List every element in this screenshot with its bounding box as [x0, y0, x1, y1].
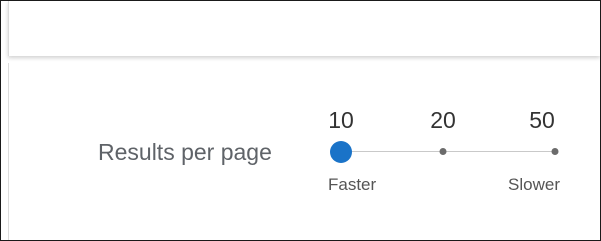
- header-card: [8, 1, 600, 56]
- slower-hint: Slower: [508, 175, 560, 194]
- slider-track[interactable]: [341, 151, 555, 152]
- divider: [8, 63, 9, 240]
- slider-thumb[interactable]: [330, 141, 352, 163]
- tick-label-10: 10: [328, 107, 354, 133]
- results-per-page-slider[interactable]: 10 20 50 Faster Slower: [325, 101, 565, 201]
- tick-label-50: 50: [529, 107, 555, 133]
- faster-hint: Faster: [328, 175, 377, 194]
- slider-stop-50[interactable]: [551, 148, 559, 155]
- results-per-page-label: Results per page: [98, 139, 272, 165]
- tick-label-20: 20: [430, 107, 456, 133]
- slider-stop-20[interactable]: [439, 148, 447, 155]
- settings-panel: Results per page 10 20 50 Faster Slower: [0, 0, 601, 241]
